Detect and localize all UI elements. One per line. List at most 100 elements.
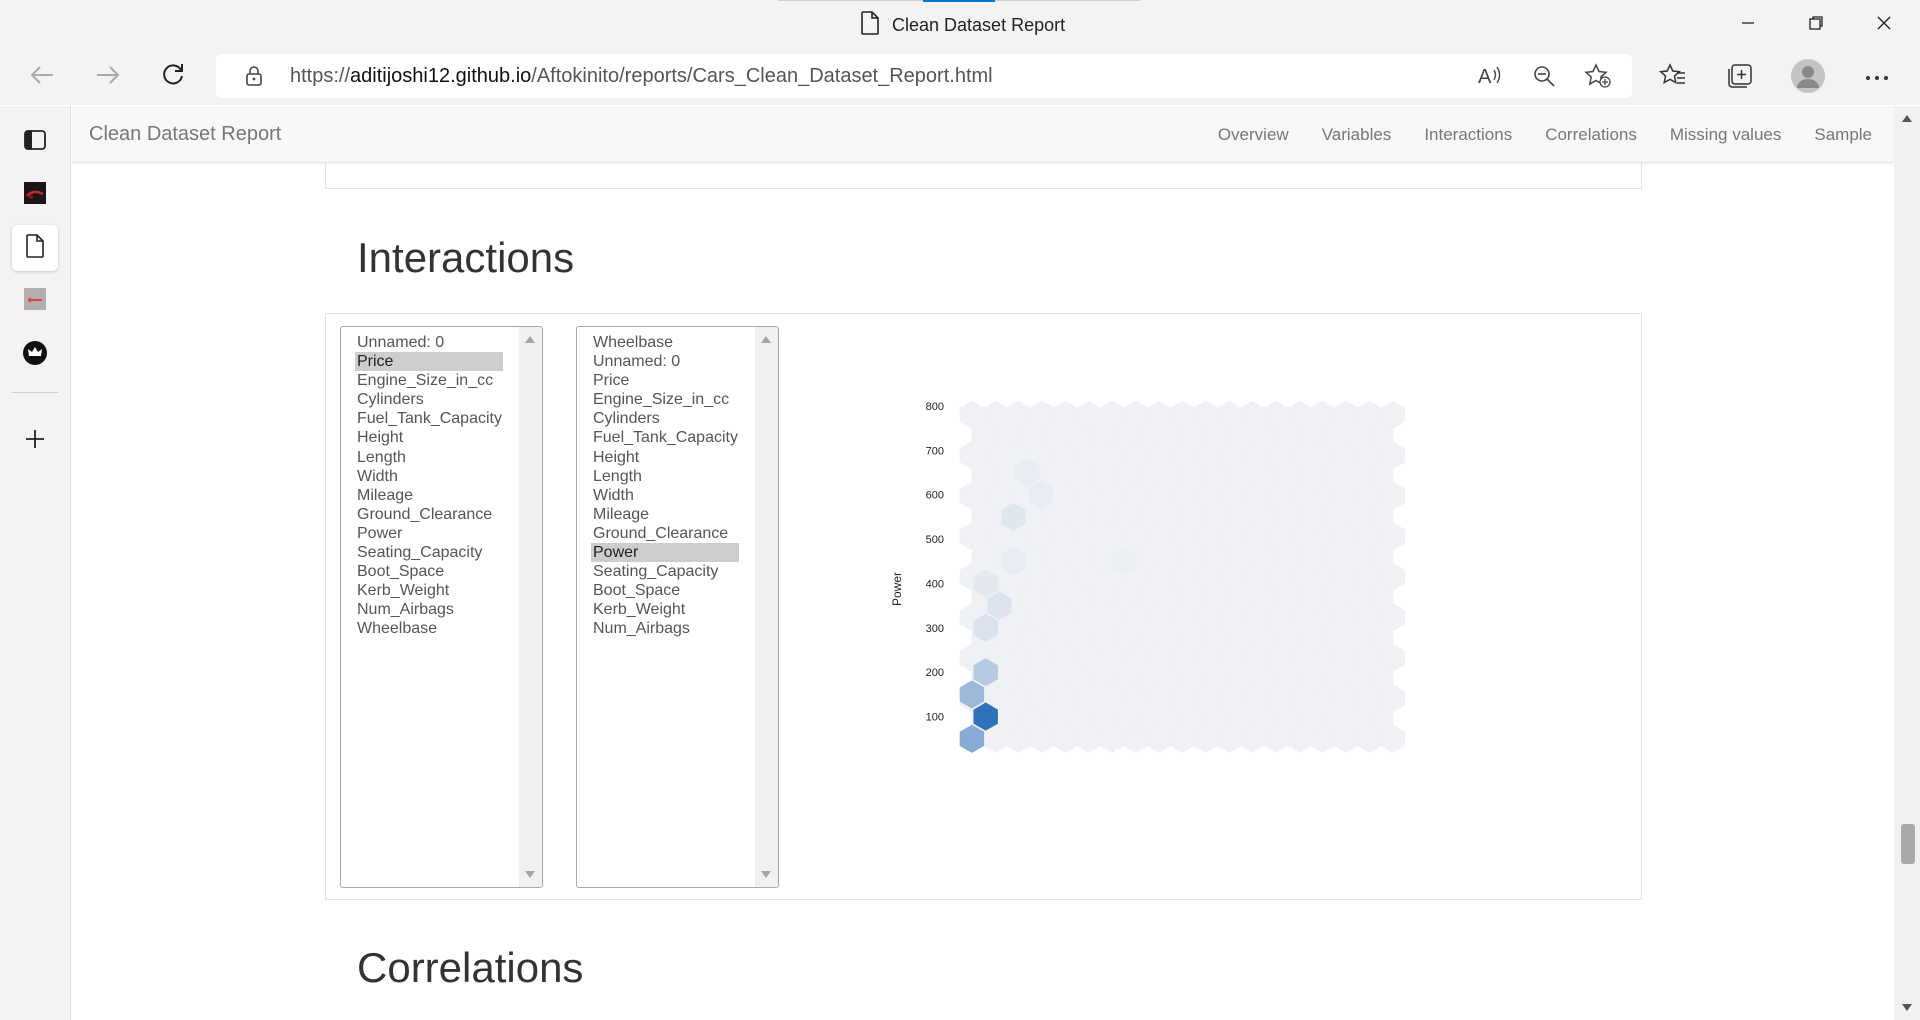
list-option[interactable]: Height: [355, 428, 503, 447]
list-option[interactable]: Mileage: [355, 486, 503, 505]
list-option[interactable]: Unnamed: 0: [591, 352, 739, 371]
back-icon: [29, 64, 55, 91]
refresh-icon: [160, 62, 186, 93]
nav-correlations[interactable]: Correlations: [1545, 125, 1637, 145]
profile-button[interactable]: [1788, 58, 1828, 98]
list-option[interactable]: Unnamed: 0: [355, 333, 503, 352]
read-aloud-icon[interactable]: A: [1474, 61, 1504, 91]
sidebar-divider: [12, 392, 58, 393]
favorites-button[interactable]: [1653, 58, 1693, 98]
list-option[interactable]: Price: [591, 371, 739, 390]
nav-variables[interactable]: Variables: [1322, 125, 1392, 145]
restore-button[interactable]: [1782, 0, 1850, 46]
list-option[interactable]: Cylinders: [355, 390, 503, 409]
sidebar-tab-3[interactable]: [12, 278, 58, 324]
list-option[interactable]: Wheelbase: [591, 333, 739, 352]
nav-interactions[interactable]: Interactions: [1424, 125, 1512, 145]
x-variable-select[interactable]: Unnamed: 0 Price Engine_Size_in_cc Cylinder…: [340, 326, 543, 888]
y-axis-label: Power: [890, 572, 904, 606]
sidebar-tab-4[interactable]: [12, 332, 58, 378]
list-option[interactable]: Num_Airbags: [355, 600, 503, 619]
y-tick-label: 200: [926, 667, 944, 679]
page-viewport: Clean Dataset Report Overview Variables …: [72, 106, 1894, 1020]
page-scrollbar[interactable]: [1894, 106, 1920, 1020]
list-option[interactable]: Kerb_Weight: [591, 600, 739, 619]
list-option[interactable]: Mileage: [591, 505, 739, 524]
report-navbar: Clean Dataset Report Overview Variables …: [72, 106, 1894, 163]
tab-strip-indicator: [778, 0, 1140, 2]
interactions-panel: Unnamed: 0 Price Engine_Size_in_cc Cylinder…: [325, 313, 1642, 900]
list-option[interactable]: Length: [355, 448, 503, 467]
list-option[interactable]: Seating_Capacity: [591, 562, 739, 581]
svg-text:A: A: [1478, 66, 1492, 88]
nav-overview[interactable]: Overview: [1218, 125, 1289, 145]
tab-actions-icon: [23, 128, 47, 157]
document-icon: [860, 10, 880, 40]
list-option[interactable]: Fuel_Tank_Capacity: [591, 428, 739, 447]
back-button[interactable]: [22, 58, 62, 96]
tab-thumbnail-2: [23, 287, 47, 316]
y-variable-select[interactable]: Wheelbase Unnamed: 0 Price Engine_Size_in_c…: [576, 326, 779, 888]
list-option[interactable]: Ground_Clearance: [591, 524, 739, 543]
add-favorite-icon[interactable]: [1583, 61, 1613, 91]
y-tick-label: 800: [926, 401, 944, 413]
list-scrollbar[interactable]: [519, 327, 542, 887]
list-option[interactable]: Width: [591, 486, 739, 505]
scroll-thumb[interactable]: [1901, 824, 1915, 864]
y-tick-label: 700: [926, 445, 944, 457]
sidebar-tab-1[interactable]: [12, 172, 58, 218]
address-bar[interactable]: https://aditijoshi12.github.io/Aftokinit…: [216, 54, 1632, 98]
window-title: Clean Dataset Report: [860, 10, 1065, 40]
report-brand[interactable]: Clean Dataset Report: [89, 123, 281, 146]
profile-avatar: [1790, 58, 1826, 99]
crown-icon: [22, 340, 48, 371]
list-option[interactable]: Engine_Size_in_cc: [591, 390, 739, 409]
list-option[interactable]: Wheelbase: [355, 619, 503, 638]
title-bar: Clean Dataset Report: [0, 0, 1920, 50]
scroll-up-arrow[interactable]: [1902, 115, 1912, 122]
url-text[interactable]: https://aditijoshi12.github.io/Aftokinit…: [290, 65, 993, 88]
forward-button[interactable]: [88, 58, 128, 96]
add-sidebar-button[interactable]: [12, 418, 58, 464]
list-option[interactable]: Boot_Space: [355, 562, 503, 581]
list-option[interactable]: Num_Airbags: [591, 619, 739, 638]
scroll-down-arrow[interactable]: [1902, 1004, 1912, 1011]
list-option[interactable]: Seating_Capacity: [355, 543, 503, 562]
y-tick-label: 500: [926, 534, 944, 546]
nav-sample[interactable]: Sample: [1814, 125, 1872, 145]
report-nav-links: Overview Variables Interactions Correlat…: [1185, 125, 1872, 145]
lock-icon[interactable]: [239, 61, 269, 91]
list-option[interactable]: Height: [591, 448, 739, 467]
list-option[interactable]: Engine_Size_in_cc: [355, 371, 503, 390]
list-option[interactable]: Power: [591, 543, 739, 563]
list-option[interactable]: Price: [355, 352, 503, 372]
list-option[interactable]: Length: [591, 467, 739, 486]
list-option[interactable]: Kerb_Weight: [355, 581, 503, 600]
more-button[interactable]: [1857, 58, 1897, 98]
nav-missing-values[interactable]: Missing values: [1670, 125, 1782, 145]
document-icon: [25, 233, 45, 263]
list-option[interactable]: Width: [355, 467, 503, 486]
sidebar-tab-2[interactable]: [12, 225, 58, 271]
add-icon: [24, 428, 46, 455]
correlations-heading: Correlations: [357, 944, 584, 991]
list-option[interactable]: Cylinders: [591, 409, 739, 428]
zoom-out-icon[interactable]: [1529, 61, 1559, 91]
tab-thumbnail-1: [23, 181, 47, 210]
list-option[interactable]: Fuel_Tank_Capacity: [355, 409, 503, 428]
y-variable-options: Wheelbase Unnamed: 0 Price Engine_Size_in_c…: [591, 333, 739, 639]
list-scrollbar[interactable]: [755, 327, 778, 887]
collections-icon: [1726, 63, 1754, 94]
minimize-button[interactable]: [1714, 0, 1782, 46]
list-option[interactable]: Boot_Space: [591, 581, 739, 600]
tab-actions-button[interactable]: [12, 119, 58, 165]
favorites-icon: [1658, 62, 1687, 94]
collections-button[interactable]: [1720, 58, 1760, 98]
y-tick-label: 600: [926, 490, 944, 502]
more-icon: [1865, 69, 1889, 87]
list-option[interactable]: Ground_Clearance: [355, 505, 503, 524]
close-button[interactable]: [1850, 0, 1918, 46]
list-option[interactable]: Power: [355, 524, 503, 543]
edge-sidebar: [0, 106, 71, 1020]
refresh-button[interactable]: [153, 58, 193, 96]
